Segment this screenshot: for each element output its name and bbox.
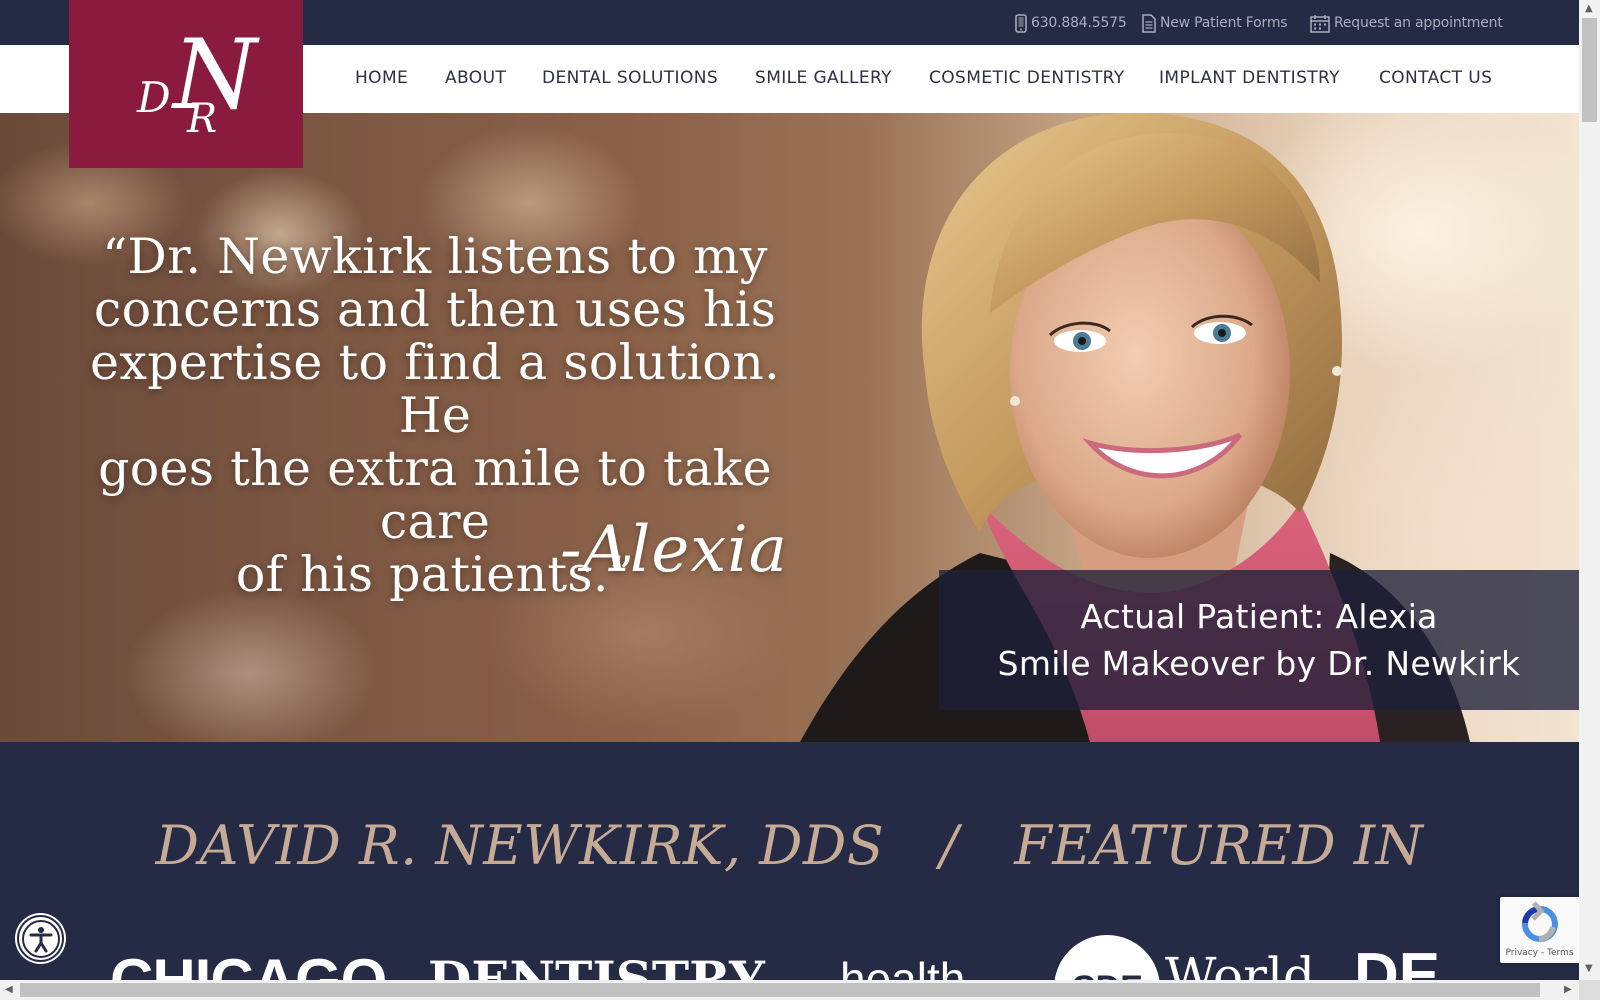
new-patient-forms-label: New Patient Forms <box>1160 15 1288 31</box>
svg-text:R: R <box>186 96 217 142</box>
dnr-monogram: D N R <box>136 19 260 142</box>
request-appointment-label: Request an appointment <box>1334 15 1503 31</box>
new-patient-forms-link[interactable]: New Patient Forms <box>1142 13 1288 33</box>
cde-logo-text: CDE <box>1071 969 1143 980</box>
accessibility-icon <box>21 919 60 958</box>
testimonial-signature: -Alexia <box>560 513 788 587</box>
phone-icon <box>1015 13 1027 33</box>
scroll-up-arrow[interactable]: ▲ <box>1585 4 1593 14</box>
scrollbar-corner <box>1579 980 1600 1000</box>
caption-line-1: Actual Patient: Alexia <box>1080 597 1438 636</box>
recaptcha-icon <box>1521 901 1558 942</box>
press-logo-de[interactable]: DE <box>1354 940 1440 980</box>
nav-about[interactable]: ABOUT <box>445 68 506 88</box>
quote-line: “Dr. Newkirk listens to my <box>102 228 768 285</box>
quote-line: concerns and then uses his <box>93 281 777 338</box>
document-icon <box>1142 13 1156 33</box>
nav-cosmetic-dentistry[interactable]: COSMETIC DENTISTRY <box>929 68 1125 88</box>
vertical-scrollbar[interactable]: ▲ ▼ <box>1579 0 1600 980</box>
doctor-name: DAVID R. NEWKIRK, DDS <box>155 814 885 877</box>
patient-caption: Actual Patient: Alexia Smile Makeover by… <box>939 570 1579 710</box>
request-appointment-link[interactable]: Request an appointment <box>1310 13 1503 33</box>
featured-heading: DAVID R. NEWKIRK, DDS / FEATURED IN <box>0 814 1579 877</box>
horizontal-scrollbar[interactable]: ◀ ▶ <box>0 980 1579 1000</box>
quote-line: expertise to find a solution. He <box>90 334 780 444</box>
press-logo-world[interactable]: World <box>1165 947 1315 980</box>
recaptcha-links[interactable]: Privacy - Terms <box>1500 948 1579 958</box>
nav-contact-us[interactable]: CONTACT US <box>1379 68 1492 88</box>
nav-implant-dentistry[interactable]: IMPLANT DENTISTRY <box>1159 68 1340 88</box>
horizontal-scroll-thumb[interactable] <box>20 983 1540 997</box>
phone-link[interactable]: 630.884.5575 <box>1015 13 1127 33</box>
nav-dental-solutions[interactable]: DENTAL SOLUTIONS <box>542 68 718 88</box>
featured-in-label: FEATURED IN <box>1014 814 1424 877</box>
press-logo-dentistry[interactable]: DENTISTRY <box>428 950 765 980</box>
scroll-right-arrow[interactable]: ▶ <box>1564 985 1572 995</box>
phone-number: 630.884.5575 <box>1031 15 1127 31</box>
site-logo[interactable]: D N R <box>69 0 303 168</box>
calendar-icon <box>1310 14 1330 33</box>
press-logo-cde-circle[interactable]: CDE <box>1054 935 1160 980</box>
nav-smile-gallery[interactable]: SMILE GALLERY <box>755 68 892 88</box>
scroll-down-arrow[interactable]: ▼ <box>1585 964 1593 974</box>
scroll-left-arrow[interactable]: ◀ <box>5 985 13 995</box>
nav-home[interactable]: HOME <box>355 68 408 88</box>
heading-separator: / <box>939 814 959 877</box>
accessibility-button[interactable] <box>17 915 64 962</box>
recaptcha-badge[interactable]: Privacy - Terms <box>1500 897 1579 963</box>
press-logo-health[interactable]: health <box>840 952 965 980</box>
press-logo-chicago[interactable]: CHICAGO <box>110 946 387 980</box>
vertical-scroll-thumb[interactable] <box>1582 18 1597 122</box>
featured-section: DAVID R. NEWKIRK, DDS / FEATURED IN CHIC… <box>0 742 1579 980</box>
hero-banner: “Dr. Newkirk listens to my concerns and … <box>0 113 1579 742</box>
caption-line-2: Smile Makeover by Dr. Newkirk <box>997 644 1521 683</box>
svg-text:D: D <box>136 73 171 122</box>
